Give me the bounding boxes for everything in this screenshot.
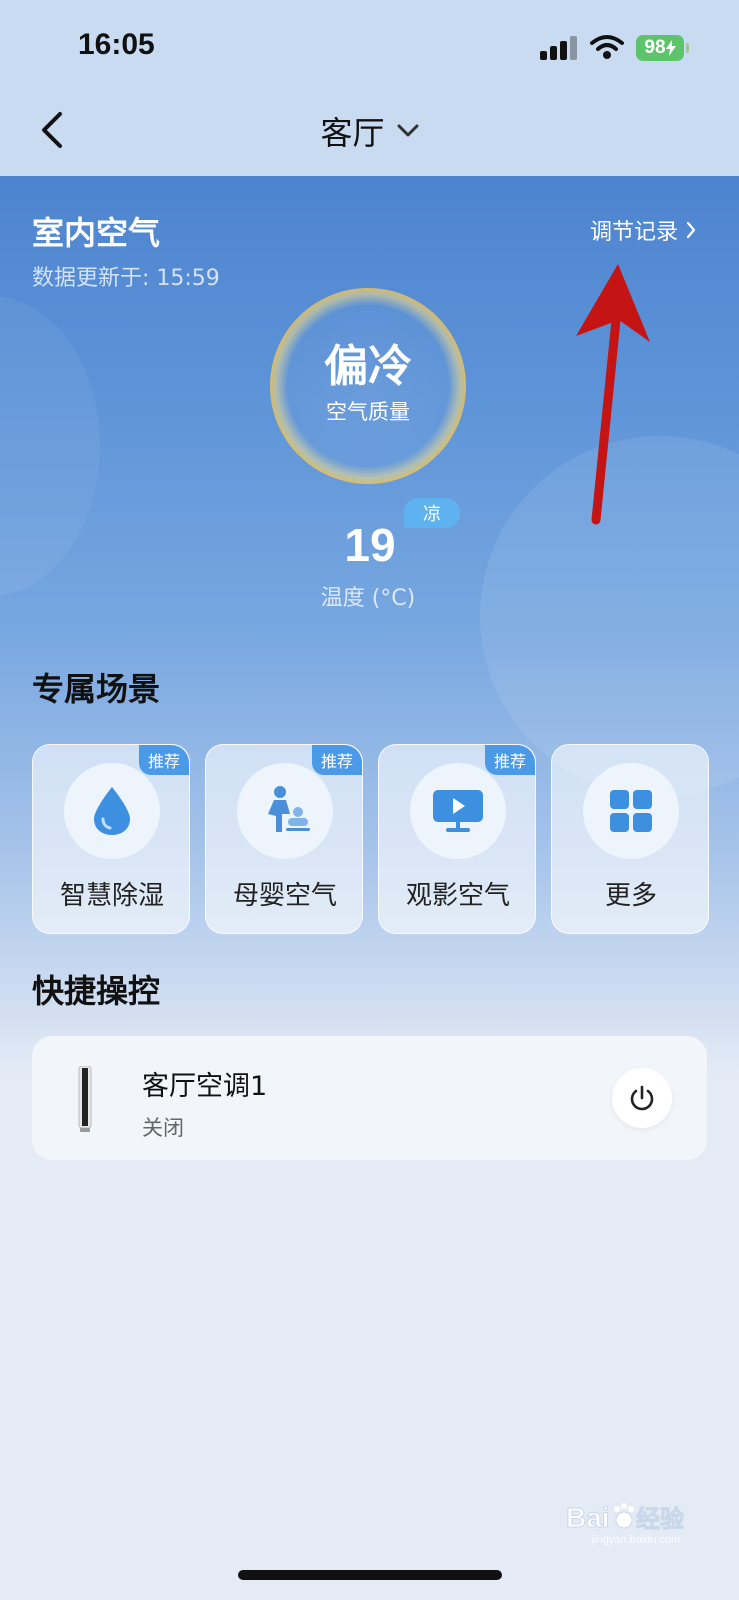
- scene-icon-circle: [410, 763, 506, 859]
- room-selector: 客厅: [0, 108, 739, 154]
- charging-bolt-icon: [665, 40, 676, 56]
- indoor-air-title: 室内空气: [32, 214, 161, 252]
- scene-icon-circle: [583, 763, 679, 859]
- scene-icon-circle: [237, 763, 333, 859]
- wifi-icon: [590, 35, 624, 59]
- scene-label: 母婴空气: [232, 881, 337, 911]
- power-button[interactable]: [612, 1068, 672, 1128]
- battery-level: 98: [644, 37, 666, 58]
- tv-play-icon: [433, 790, 483, 832]
- scene-label: 智慧除湿: [59, 881, 164, 911]
- svg-text:Bai: Bai: [566, 1502, 610, 1533]
- home-indicator[interactable]: [238, 1570, 502, 1580]
- device-card-ac[interactable]: 客厅空调1 关闭: [32, 1036, 707, 1160]
- air-quality-label: 空气质量: [326, 400, 410, 424]
- battery-tip: [686, 43, 689, 53]
- scene-icon-circle: [64, 763, 160, 859]
- grid-icon: [610, 790, 652, 832]
- scene-card-movie[interactable]: 推荐 观影空气: [378, 744, 536, 934]
- baidu-paw-logo: Bai 经验: [566, 1502, 685, 1534]
- device-name: 客厅空调1: [142, 1071, 268, 1102]
- battery-indicator: 98: [636, 35, 684, 61]
- quick-controls-title: 快捷操控: [32, 972, 161, 1010]
- recommend-badge: 推荐: [312, 745, 362, 775]
- temperature-label: 温度 (°C): [320, 586, 416, 611]
- chevron-right-icon: [686, 221, 696, 239]
- power-icon: [630, 1085, 654, 1111]
- water-drop-icon: [94, 787, 130, 835]
- room-title: 客厅: [320, 114, 385, 152]
- adjust-record-link[interactable]: 调节记录: [590, 214, 696, 246]
- room-selector-button[interactable]: 客厅: [320, 108, 418, 154]
- air-quality-value: 偏冷: [324, 341, 412, 392]
- annotation-arrow: [576, 264, 650, 525]
- recommend-badge: 推荐: [485, 745, 535, 775]
- svg-text:经验: 经验: [636, 1505, 684, 1533]
- scene-card-smart-dehumidify[interactable]: 推荐 智慧除湿: [32, 744, 190, 934]
- cellular-signal-icon: [540, 36, 578, 60]
- scene-card-mother-baby[interactable]: 推荐 母婴空气: [205, 744, 363, 934]
- temperature-tag: 凉: [404, 498, 460, 528]
- status-time: 16:05: [78, 28, 155, 61]
- cloud-decoration: [0, 296, 100, 596]
- data-updated-time: 数据更新于: 15:59: [32, 266, 220, 291]
- chevron-down-icon: [397, 124, 418, 137]
- scene-card-more[interactable]: 更多: [551, 744, 709, 934]
- device-status: 关闭: [142, 1116, 184, 1140]
- scene-label: 更多: [604, 881, 657, 911]
- recommend-badge: 推荐: [139, 745, 189, 775]
- watermark-url: jingyan.baidu.com: [591, 1534, 681, 1546]
- mother-baby-icon: [268, 786, 310, 832]
- scene-label: 观影空气: [405, 881, 510, 911]
- air-conditioner-icon: [78, 1066, 92, 1132]
- adjust-record-label: 调节记录: [590, 220, 679, 245]
- scenes-title: 专属场景: [32, 670, 161, 708]
- baidu-jingyan-watermark: Bai 经验 jingyan.baidu.com: [566, 1500, 706, 1554]
